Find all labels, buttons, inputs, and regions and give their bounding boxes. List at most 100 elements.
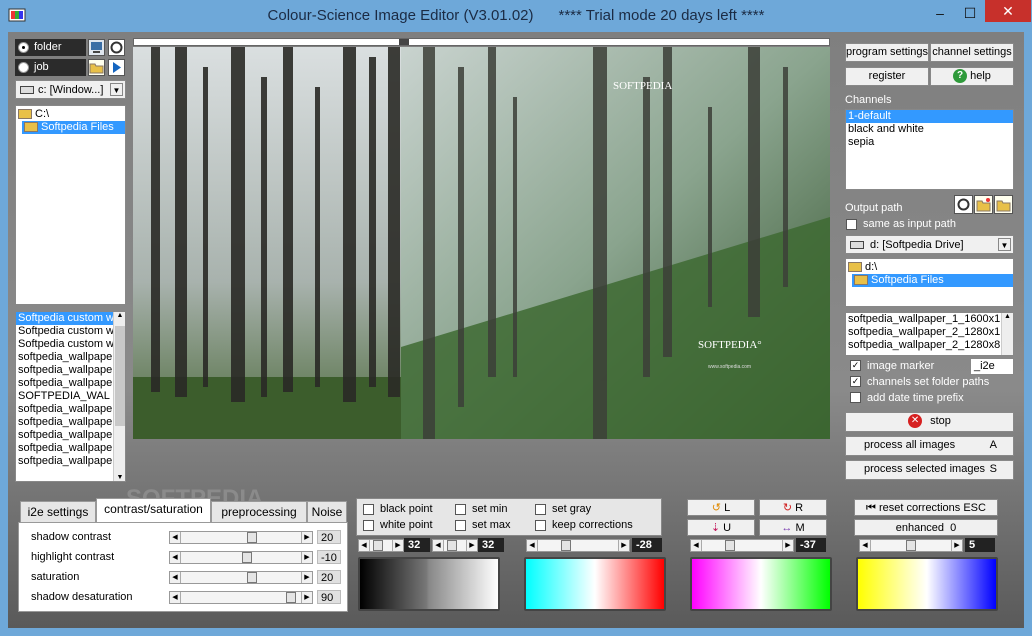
forest-image: SOFTPEDIA SOFTPEDIA° www.softpedia.com xyxy=(133,47,830,439)
tab-noise[interactable]: Noise xyxy=(307,501,347,523)
same-as-input-checkbox[interactable] xyxy=(846,219,857,230)
file-item[interactable]: softpedia_wallpape xyxy=(16,429,113,442)
enhanced-button[interactable]: enhanced 0 xyxy=(854,519,998,536)
output-drive-select[interactable]: d: [Softpedia Drive] ▼ xyxy=(845,235,1014,254)
help-button[interactable]: ? help xyxy=(930,67,1014,86)
maximize-button[interactable]: ☐ xyxy=(955,0,985,26)
output-file-item[interactable]: softpedia_wallpaper_2_1280x8 xyxy=(846,339,1013,352)
shadow-contrast-slider[interactable]: ◀ ▶ xyxy=(169,531,313,544)
file-item[interactable]: SOFTPEDIA_WAL xyxy=(16,390,113,403)
image-marker-input[interactable]: _i2e xyxy=(970,358,1014,375)
output-file-scrollbar[interactable]: ▲ xyxy=(1001,313,1013,355)
m-button[interactable]: ↔ M xyxy=(759,519,827,536)
tab-i2e-settings[interactable]: i2e settings xyxy=(20,501,96,523)
slider-thumb[interactable] xyxy=(242,552,252,563)
open-folder-icon[interactable] xyxy=(88,59,105,76)
image-scroll-thumb[interactable] xyxy=(399,39,409,45)
drive-icon xyxy=(850,241,864,249)
process-selected-button[interactable]: process selected images S xyxy=(845,460,1014,480)
channel-item[interactable]: black and white xyxy=(846,123,1013,136)
file-item[interactable]: softpedia_wallpape xyxy=(16,377,113,390)
slider-thumb[interactable] xyxy=(725,540,735,551)
program-settings-button[interactable]: program settings xyxy=(845,43,929,62)
yellow-blue-slider[interactable]: ◀ ▶ xyxy=(859,539,963,552)
white-point-slider[interactable]: ◀ ▶ xyxy=(432,539,478,552)
channel-settings-button[interactable]: channel settings xyxy=(930,43,1014,62)
white-point-checkbox[interactable] xyxy=(363,520,374,531)
file-item[interactable]: softpedia_wallpape xyxy=(16,416,113,429)
client-area: folder job c: [Window...] ▼ C:\ Softpedi… xyxy=(8,32,1024,628)
file-item[interactable]: softpedia_wallpape xyxy=(16,351,113,364)
channels-list[interactable]: 1-default black and white sepia xyxy=(845,109,1014,190)
set-max-checkbox[interactable] xyxy=(455,520,466,531)
slider-thumb[interactable] xyxy=(286,592,296,603)
image-marker-checkbox[interactable]: ✓ xyxy=(850,360,861,371)
output-file-item[interactable]: softpedia_wallpaper_2_1280x1 xyxy=(846,326,1013,339)
minimize-button[interactable]: – xyxy=(925,0,955,26)
file-item[interactable]: Softpedia custom w xyxy=(16,338,113,351)
file-item[interactable]: Softpedia custom w xyxy=(16,312,113,325)
saturation-slider[interactable]: ◀ ▶ xyxy=(169,571,313,584)
tree-item-root[interactable]: C:\ xyxy=(16,108,125,121)
file-item[interactable]: softpedia_wallpape xyxy=(16,403,113,416)
cyan-red-slider[interactable]: ◀ ▶ xyxy=(526,539,630,552)
tab-preprocessing[interactable]: preprocessing xyxy=(211,501,307,523)
u-button[interactable]: ⇣ U xyxy=(687,519,755,536)
slider-thumb[interactable] xyxy=(373,540,383,551)
tree-item-root[interactable]: d:\ xyxy=(846,261,1013,274)
chevron-down-icon[interactable]: ▼ xyxy=(998,238,1011,251)
keep-corrections-checkbox[interactable] xyxy=(535,520,546,531)
refresh-icon[interactable] xyxy=(954,195,973,214)
channel-item[interactable]: sepia xyxy=(846,136,1013,149)
play-icon[interactable] xyxy=(108,59,125,76)
date-prefix-checkbox[interactable] xyxy=(850,392,861,403)
file-item[interactable]: softpedia_wallpape xyxy=(16,455,113,468)
shadow-desaturation-slider[interactable]: ◀ ▶ xyxy=(169,591,313,604)
close-button[interactable]: ✕ xyxy=(985,0,1031,22)
highlight-contrast-slider[interactable]: ◀ ▶ xyxy=(169,551,313,564)
source-drive-select[interactable]: c: [Window...] ▼ xyxy=(15,80,126,99)
output-file-item[interactable]: softpedia_wallpaper_1_1600x1 xyxy=(846,313,1013,326)
new-folder-icon[interactable] xyxy=(974,195,993,214)
slider-thumb[interactable] xyxy=(247,532,257,543)
file-item[interactable]: softpedia_wallpape xyxy=(16,364,113,377)
output-file-list[interactable]: softpedia_wallpaper_1_1600x1 softpedia_w… xyxy=(845,312,1014,356)
channel-item[interactable]: 1-default xyxy=(846,110,1013,123)
file-item[interactable]: softpedia_wallpape xyxy=(16,442,113,455)
process-all-button[interactable]: process all images A xyxy=(845,436,1014,456)
l-button[interactable]: ↺ L xyxy=(687,499,755,516)
slider-thumb[interactable] xyxy=(447,540,457,551)
set-min-checkbox[interactable] xyxy=(455,504,466,515)
source-folder-tree[interactable]: C:\ Softpedia Files xyxy=(15,105,126,305)
chevron-down-icon[interactable]: ▼ xyxy=(110,83,123,96)
file-item[interactable]: Softpedia custom w xyxy=(16,325,113,338)
black-point-label: black point xyxy=(380,503,433,515)
magenta-green-slider[interactable]: ◀ ▶ xyxy=(690,539,794,552)
black-point-checkbox[interactable] xyxy=(363,504,374,515)
register-button[interactable]: register xyxy=(845,67,929,86)
tab-contrast-saturation[interactable]: contrast/saturation xyxy=(96,498,211,523)
channels-folder-checkbox[interactable]: ✓ xyxy=(850,376,861,387)
file-list-scrollbar[interactable]: ▲ ▼ xyxy=(113,312,125,481)
stop-button[interactable]: ✕ stop xyxy=(845,412,1014,432)
preview-image[interactable]: SOFTPEDIA SOFTPEDIA° www.softpedia.com xyxy=(133,47,830,439)
refresh-icon[interactable] xyxy=(108,39,125,56)
open-folder-icon[interactable] xyxy=(994,195,1013,214)
folder-icon xyxy=(854,275,868,286)
folder-radio[interactable]: folder xyxy=(15,39,86,56)
black-point-slider[interactable]: ◀ ▶ xyxy=(358,539,404,552)
slider-thumb[interactable] xyxy=(906,540,916,551)
job-radio[interactable]: job xyxy=(15,59,86,76)
output-folder-tree[interactable]: d:\ Softpedia Files xyxy=(845,258,1014,307)
computer-icon[interactable] xyxy=(88,39,105,56)
source-file-list[interactable]: Softpedia custom w Softpedia custom w So… xyxy=(15,311,126,482)
window-title: Colour-Science Image Editor (V3.01.02) *… xyxy=(267,7,765,24)
slider-thumb[interactable] xyxy=(561,540,571,551)
slider-thumb[interactable] xyxy=(247,572,257,583)
tree-item-softpedia-files[interactable]: Softpedia Files xyxy=(852,274,1013,287)
set-gray-checkbox[interactable] xyxy=(535,504,546,515)
image-h-scrollbar[interactable] xyxy=(133,38,830,46)
r-button[interactable]: ↻ R xyxy=(759,499,827,516)
reset-corrections-button[interactable]: ⏮ reset corrections ESC xyxy=(854,499,998,516)
tree-item-softpedia-files[interactable]: Softpedia Files xyxy=(22,121,125,134)
